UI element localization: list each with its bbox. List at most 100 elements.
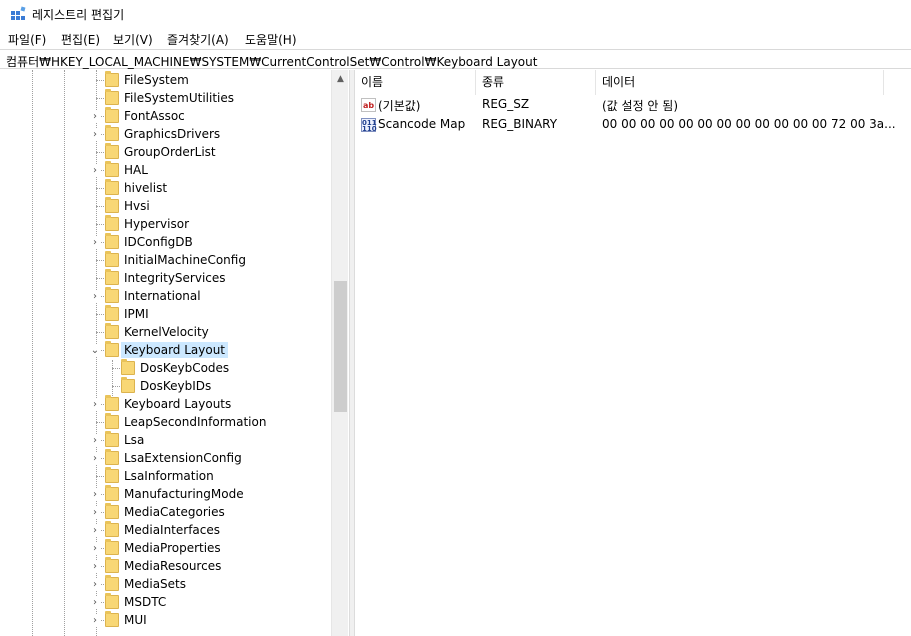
tree-node[interactable]: KernelVelocity	[0, 323, 330, 341]
tree-node[interactable]: › MediaCategories	[0, 503, 330, 521]
expand-chevron-icon[interactable]: ›	[89, 236, 101, 248]
expand-chevron-icon[interactable]: ›	[89, 578, 101, 590]
folder-icon	[105, 575, 119, 591]
tree-node-label[interactable]: GroupOrderList	[121, 144, 219, 160]
address-bar[interactable]: 컴퓨터₩HKEY_LOCAL_MACHINE₩SYSTEM₩CurrentCon…	[0, 49, 911, 69]
column-header-data[interactable]: 데이터	[596, 70, 884, 95]
tree-node[interactable]: › MUI	[0, 611, 330, 629]
expand-chevron-icon[interactable]: ›	[89, 434, 101, 446]
value-row[interactable]: ab (기본값) REG_SZ (값 설정 안 됨)	[355, 95, 911, 115]
expand-chevron-icon[interactable]: ›	[89, 488, 101, 500]
expand-chevron-icon[interactable]: ›	[89, 128, 101, 140]
tree-node[interactable]: hivelist	[0, 179, 330, 197]
tree-node-label[interactable]: LsaExtensionConfig	[121, 450, 245, 466]
tree-node-label[interactable]: Lsa	[121, 432, 147, 448]
tree-node[interactable]: LsaInformation	[0, 467, 330, 485]
column-header-type[interactable]: 종류	[476, 70, 596, 95]
menu-file[interactable]: 파일(F)	[6, 31, 48, 48]
tree-node-label[interactable]: MediaInterfaces	[121, 522, 223, 538]
tree-node-label[interactable]: DosKeybCodes	[137, 360, 232, 376]
tree-vertical-scrollbar[interactable]: ▲	[331, 70, 348, 636]
tree-node-label[interactable]: ManufacturingMode	[121, 486, 247, 502]
tree-node-label[interactable]: MediaCategories	[121, 504, 228, 520]
scroll-up-arrow-icon[interactable]: ▲	[332, 70, 349, 87]
tree-node-label[interactable]: hivelist	[121, 180, 170, 196]
tree-node[interactable]: › FontAssoc	[0, 107, 330, 125]
tree-node[interactable]: › HAL	[0, 161, 330, 179]
tree-node[interactable]: › International	[0, 287, 330, 305]
values-list-pane[interactable]: 이름 종류 데이터 ab (기본값) REG_SZ (값 설정 안 됨) 011…	[355, 70, 911, 636]
folder-icon	[105, 521, 119, 537]
tree-node[interactable]: InitialMachineConfig	[0, 251, 330, 269]
tree-node[interactable]: Hvsi	[0, 197, 330, 215]
expand-chevron-icon[interactable]: ›	[89, 596, 101, 608]
tree-node-label[interactable]: Keyboard Layout	[121, 342, 229, 358]
tree-node[interactable]: › LsaExtensionConfig	[0, 449, 330, 467]
tree-node-label[interactable]: IPMI	[121, 306, 152, 322]
tree-node-label[interactable]: International	[121, 288, 204, 304]
expand-chevron-icon[interactable]: ›	[89, 290, 101, 302]
tree-node-label[interactable]: GraphicsDrivers	[121, 126, 223, 142]
tree-node-label[interactable]: MUI	[121, 612, 150, 628]
tree-node[interactable]: › MSDTC	[0, 593, 330, 611]
tree-node-label[interactable]: HAL	[121, 162, 151, 178]
tree-node-label[interactable]: Hvsi	[121, 198, 153, 214]
tree-node[interactable]: › IDConfigDB	[0, 233, 330, 251]
tree-node-label[interactable]: DosKeybIDs	[137, 378, 214, 394]
tree-node[interactable]: FileSystem	[0, 71, 330, 89]
address-path[interactable]: 컴퓨터₩HKEY_LOCAL_MACHINE₩SYSTEM₩CurrentCon…	[6, 53, 537, 70]
tree-node[interactable]: › GraphicsDrivers	[0, 125, 330, 143]
tree-node-label[interactable]: MediaSets	[121, 576, 189, 592]
tree-node-label[interactable]: MediaResources	[121, 558, 224, 574]
scroll-thumb[interactable]	[334, 281, 347, 412]
column-header-name[interactable]: 이름	[355, 70, 476, 95]
folder-icon	[105, 143, 119, 159]
tree-node-label[interactable]: Hypervisor	[121, 216, 192, 232]
expand-chevron-icon[interactable]: ›	[89, 164, 101, 176]
tree-node[interactable]: › Lsa	[0, 431, 330, 449]
tree-node[interactable]: › MediaProperties	[0, 539, 330, 557]
tree-node[interactable]: DosKeybIDs	[0, 377, 330, 395]
key-tree-pane[interactable]: FileSystem FileSystemUtilities › FontAssoc ›…	[0, 70, 349, 636]
tree-node-label[interactable]: FileSystem	[121, 72, 192, 88]
tree-node-label[interactable]: LeapSecondInformation	[121, 414, 269, 430]
tree-node[interactable]: › MediaInterfaces	[0, 521, 330, 539]
tree-node-label[interactable]: InitialMachineConfig	[121, 252, 249, 268]
tree-node-label[interactable]: MediaProperties	[121, 540, 224, 556]
menu-edit[interactable]: 편집(E)	[59, 31, 102, 48]
menu-view[interactable]: 보기(V)	[111, 31, 155, 48]
menu-favorites[interactable]: 즐겨찾기(A)	[165, 31, 231, 48]
tree-node-label[interactable]: FontAssoc	[121, 108, 188, 124]
expand-chevron-icon[interactable]: ›	[89, 542, 101, 554]
expand-chevron-icon[interactable]: ›	[89, 524, 101, 536]
tree-node[interactable]: Hypervisor	[0, 215, 330, 233]
tree-node[interactable]: IPMI	[0, 305, 330, 323]
value-row[interactable]: 011 110 Scancode Map REG_BINARY 00 00 00…	[355, 115, 911, 135]
tree-node[interactable]: › MediaResources	[0, 557, 330, 575]
tree-node[interactable]: FileSystemUtilities	[0, 89, 330, 107]
menu-help[interactable]: 도움말(H)	[243, 31, 299, 48]
tree-node-label[interactable]: MSDTC	[121, 594, 169, 610]
tree-node[interactable]: DosKeybCodes	[0, 359, 330, 377]
tree-node-label[interactable]: IDConfigDB	[121, 234, 196, 250]
tree-node-label[interactable]: Keyboard Layouts	[121, 396, 234, 412]
tree-node-label[interactable]: FileSystemUtilities	[121, 90, 237, 106]
expand-chevron-icon[interactable]: ›	[89, 614, 101, 626]
tree-node[interactable]: › MediaSets	[0, 575, 330, 593]
folder-icon	[105, 89, 119, 105]
tree-node[interactable]: LeapSecondInformation	[0, 413, 330, 431]
expand-chevron-icon[interactable]: ›	[89, 452, 101, 464]
tree-node[interactable]: IntegrityServices	[0, 269, 330, 287]
collapse-chevron-icon[interactable]: ⌄	[89, 344, 101, 356]
tree-node-label[interactable]: KernelVelocity	[121, 324, 212, 340]
tree-node[interactable]: GroupOrderList	[0, 143, 330, 161]
tree-node[interactable]: ⌄ Keyboard Layout	[0, 341, 330, 359]
tree-node[interactable]: › Keyboard Layouts	[0, 395, 330, 413]
tree-node-label[interactable]: IntegrityServices	[121, 270, 229, 286]
expand-chevron-icon[interactable]: ›	[89, 506, 101, 518]
tree-node[interactable]: › ManufacturingMode	[0, 485, 330, 503]
expand-chevron-icon[interactable]: ›	[89, 110, 101, 122]
tree-node-label[interactable]: LsaInformation	[121, 468, 217, 484]
expand-chevron-icon[interactable]: ›	[89, 398, 101, 410]
expand-chevron-icon[interactable]: ›	[89, 560, 101, 572]
